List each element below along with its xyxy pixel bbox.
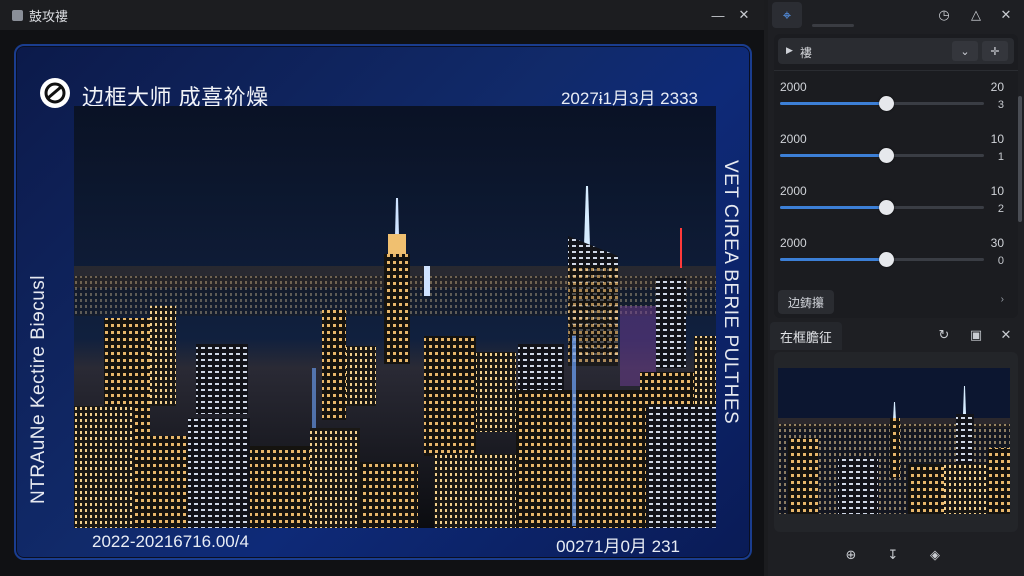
- slider-thumb[interactable]: [879, 252, 895, 267]
- preset-dropdown-label: 褸: [800, 46, 813, 60]
- close-icon[interactable]: ✕: [734, 5, 754, 25]
- slider-value: 2: [997, 203, 1004, 215]
- frame-vertical-text-left: NTRAuNe Kectire Biɘcusl: [28, 274, 49, 504]
- panel-scrollbar[interactable]: [1018, 96, 1022, 222]
- more-settings-button[interactable]: 边鋳攥: [778, 290, 835, 314]
- frame-date-bottom-left: 2022-20216716.00/4: [92, 532, 249, 551]
- history-icon[interactable]: ◷: [934, 5, 954, 25]
- app-icon: [12, 9, 23, 21]
- slider-min-label: 2000: [780, 236, 807, 250]
- download-icon[interactable]: ↧: [882, 544, 904, 566]
- tab-preview[interactable]: 在框膽征: [770, 322, 843, 350]
- minimize-icon[interactable]: —: [708, 5, 728, 25]
- slider-fill: [780, 102, 887, 105]
- slider-track[interactable]: [780, 200, 984, 215]
- window-title: 鼓攻褸: [29, 8, 69, 24]
- slider-max-label: 10: [990, 184, 1004, 198]
- slider-value: 1: [997, 151, 1004, 163]
- preview-thumbnail[interactable]: [778, 368, 1010, 514]
- slider-thumb[interactable]: [879, 96, 895, 111]
- divider: [774, 70, 1018, 71]
- chevron-down-icon[interactable]: ⌄: [952, 41, 978, 61]
- pin-icon[interactable]: ✛: [982, 41, 1008, 61]
- play-icon: ▶: [786, 45, 793, 55]
- title-bar: 鼓攻褸 — ✕: [0, 0, 764, 30]
- adjustments-box: ▶ 褸 ⌄ ✛ 2000 20 3 2000 10 1 2000 10 2 20…: [774, 34, 1022, 318]
- slider-track[interactable]: [780, 96, 984, 111]
- slider-min-label: 2000: [780, 184, 807, 198]
- panel-header: ⌖ ◷ △ ✕: [768, 0, 1024, 30]
- tab-indicator: [812, 24, 854, 27]
- layers-icon[interactable]: ◈: [924, 544, 946, 566]
- slider-row: 2000 10 2: [774, 184, 1018, 232]
- slider-row: 2000 20 3: [774, 80, 1018, 128]
- frame-date-bottom-right: 00271月0月 231: [556, 537, 680, 556]
- zoom-in-icon[interactable]: ⊕: [840, 544, 862, 566]
- preset-dropdown[interactable]: ▶ 褸 ⌄ ✛: [778, 38, 1014, 64]
- slider-value: 0: [997, 255, 1004, 267]
- close-icon[interactable]: ✕: [996, 5, 1016, 25]
- slider-max-label: 20: [990, 80, 1004, 94]
- preview-header: 在框膽征 ↻ ▣ ✕: [768, 320, 1024, 350]
- properties-panel: ⌖ ◷ △ ✕ ▶ 褸 ⌄ ✛ 2000 20 3 2000 10 1 2000…: [768, 0, 1024, 576]
- slider-thumb[interactable]: [879, 148, 895, 163]
- frame-vertical-text-right: VET CIREA BERIE PULTHES: [720, 160, 741, 425]
- slider-fill: [780, 258, 887, 261]
- city-photo: [74, 106, 716, 528]
- frame-grid-icon[interactable]: ⌖: [772, 2, 802, 28]
- preview-box: [774, 352, 1018, 532]
- slider-value: 3: [997, 99, 1004, 111]
- preview-toolbar: ⊕ ↧ ◈: [768, 540, 1024, 570]
- slider-min-label: 2000: [780, 80, 807, 94]
- refresh-icon[interactable]: ↻: [934, 325, 954, 345]
- slider-max-label: 10: [990, 132, 1004, 146]
- close-icon[interactable]: ✕: [996, 325, 1016, 345]
- slider-track[interactable]: [780, 252, 984, 267]
- crop-icon[interactable]: ▣: [966, 325, 986, 345]
- slider-fill: [780, 206, 887, 209]
- slider-track[interactable]: [780, 148, 984, 163]
- canvas-area: 边框大师 成喜祄燥 2027ɨ1月3月 2333 2022-20216716.0…: [0, 30, 764, 576]
- slider-row: 2000 30 0: [774, 236, 1018, 284]
- graduation-cap-icon[interactable]: △: [966, 5, 986, 25]
- chevron-right-icon[interactable]: ›: [1001, 294, 1004, 305]
- slider-min-label: 2000: [780, 132, 807, 146]
- photo-border-frame: 边框大师 成喜祄燥 2027ɨ1月3月 2333 2022-20216716.0…: [14, 44, 752, 560]
- editor-window: 鼓攻褸 — ✕ 边框大师 成喜祄燥 2027ɨ1月3月 2333 2022-20…: [0, 0, 764, 576]
- slider-max-label: 30: [990, 236, 1004, 250]
- slider-fill: [780, 154, 887, 157]
- brand-logo-icon: [40, 78, 70, 108]
- slider-row: 2000 10 1: [774, 132, 1018, 180]
- slider-thumb[interactable]: [879, 200, 895, 215]
